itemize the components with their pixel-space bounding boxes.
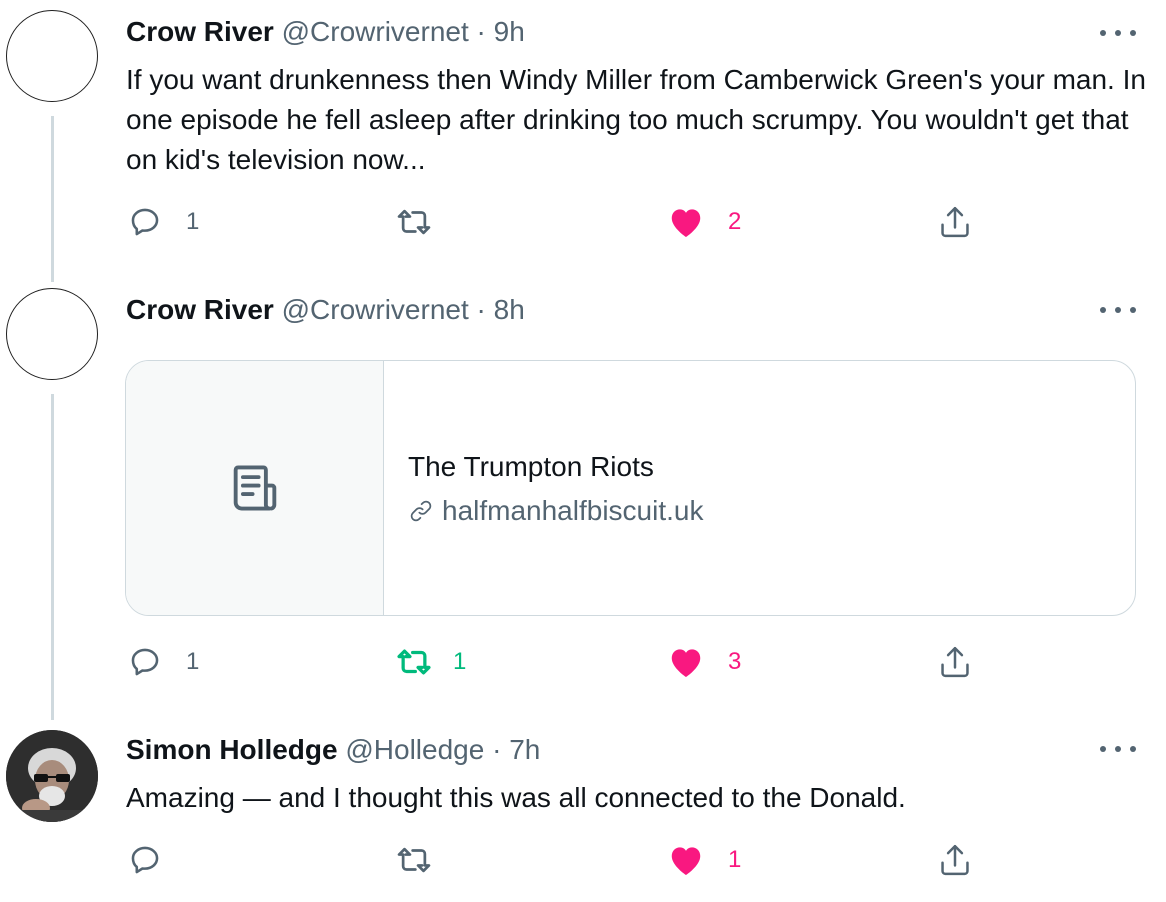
- avatar[interactable]: [6, 10, 98, 102]
- avatar[interactable]: [6, 730, 98, 822]
- card-domain-text: halfmanhalfbiscuit.uk: [442, 495, 704, 526]
- tweet-time[interactable]: 8h: [494, 294, 525, 325]
- meta-separator: ·: [476, 294, 486, 325]
- tweet-time[interactable]: 7h: [509, 734, 540, 765]
- retweet-button[interactable]: 1: [395, 642, 466, 682]
- conversation-timeline: Crow River @Crowrivernet · 9h If you wan…: [0, 0, 1166, 902]
- tweet-text: Amazing — and I thought this was all con…: [126, 782, 906, 813]
- link-card[interactable]: The Trumpton Riots halfmanhalfbiscuit.uk: [125, 360, 1136, 616]
- share-icon: [941, 844, 969, 876]
- retweet-icon: [397, 649, 431, 675]
- tweet[interactable]: Simon Holledge @Holledge · 7h Amazing — …: [0, 720, 1166, 902]
- author-name[interactable]: Simon Holledge: [126, 734, 338, 765]
- share-icon: [941, 646, 969, 678]
- retweet-icon: [397, 209, 431, 235]
- author-name[interactable]: Crow River: [126, 16, 274, 47]
- meta-separator: ·: [492, 734, 502, 765]
- share-button[interactable]: [938, 840, 972, 880]
- tweet-header: Crow River @Crowrivernet · 9h: [126, 14, 525, 50]
- more-icon[interactable]: [1100, 23, 1136, 43]
- like-count: 1: [728, 846, 742, 873]
- card-thumbnail: [126, 361, 384, 615]
- like-button[interactable]: 2: [668, 202, 741, 242]
- author-handle[interactable]: @Holledge: [345, 734, 484, 765]
- share-button[interactable]: [938, 202, 972, 242]
- like-count: 2: [728, 208, 742, 235]
- heart-icon: [671, 209, 701, 237]
- author-name[interactable]: Crow River: [126, 294, 274, 325]
- card-title[interactable]: The Trumpton Riots: [408, 449, 654, 485]
- author-handle[interactable]: @Crowrivernet: [282, 16, 469, 47]
- tweet-actions: 1 1 3: [0, 642, 1166, 682]
- avatar-photo: [6, 730, 98, 822]
- tweet-text: If you want drunkenness then Windy Mille…: [126, 64, 1146, 175]
- tweet-actions: 1 2: [0, 202, 1166, 242]
- thread-line: [51, 116, 54, 282]
- retweet-count: 1: [453, 648, 467, 675]
- retweet-icon: [397, 847, 431, 873]
- reply-button[interactable]: 1: [128, 202, 199, 242]
- heart-icon: [671, 649, 701, 677]
- tweet-header: Crow River @Crowrivernet · 8h: [126, 292, 525, 328]
- link-icon: [410, 500, 432, 522]
- tweet-header: Simon Holledge @Holledge · 7h: [126, 732, 540, 768]
- reply-icon: [131, 648, 159, 676]
- like-button[interactable]: 1: [668, 840, 741, 880]
- retweet-button[interactable]: [395, 840, 433, 880]
- more-icon[interactable]: [1100, 739, 1136, 759]
- share-button[interactable]: [938, 642, 972, 682]
- tweet[interactable]: Crow River @Crowrivernet · 8h The Trumpt…: [0, 280, 1166, 720]
- tweet-actions: 1: [0, 840, 1166, 880]
- share-icon: [941, 206, 969, 238]
- reply-icon: [131, 208, 159, 236]
- reply-count: 1: [186, 208, 200, 235]
- like-button[interactable]: 3: [668, 642, 741, 682]
- heart-icon: [671, 847, 701, 875]
- tweet[interactable]: Crow River @Crowrivernet · 9h If you wan…: [0, 0, 1166, 282]
- reply-button[interactable]: [128, 840, 162, 880]
- reply-count: 1: [186, 648, 200, 675]
- reply-icon: [131, 846, 159, 874]
- more-icon[interactable]: [1100, 300, 1136, 320]
- avatar[interactable]: [6, 288, 98, 380]
- tweet-time[interactable]: 9h: [494, 16, 525, 47]
- author-handle[interactable]: @Crowrivernet: [282, 294, 469, 325]
- retweet-button[interactable]: [395, 202, 433, 242]
- card-domain[interactable]: halfmanhalfbiscuit.uk: [408, 493, 703, 529]
- article-icon: [233, 465, 276, 511]
- like-count: 3: [728, 648, 742, 675]
- meta-separator: ·: [476, 16, 486, 47]
- reply-button[interactable]: 1: [128, 642, 199, 682]
